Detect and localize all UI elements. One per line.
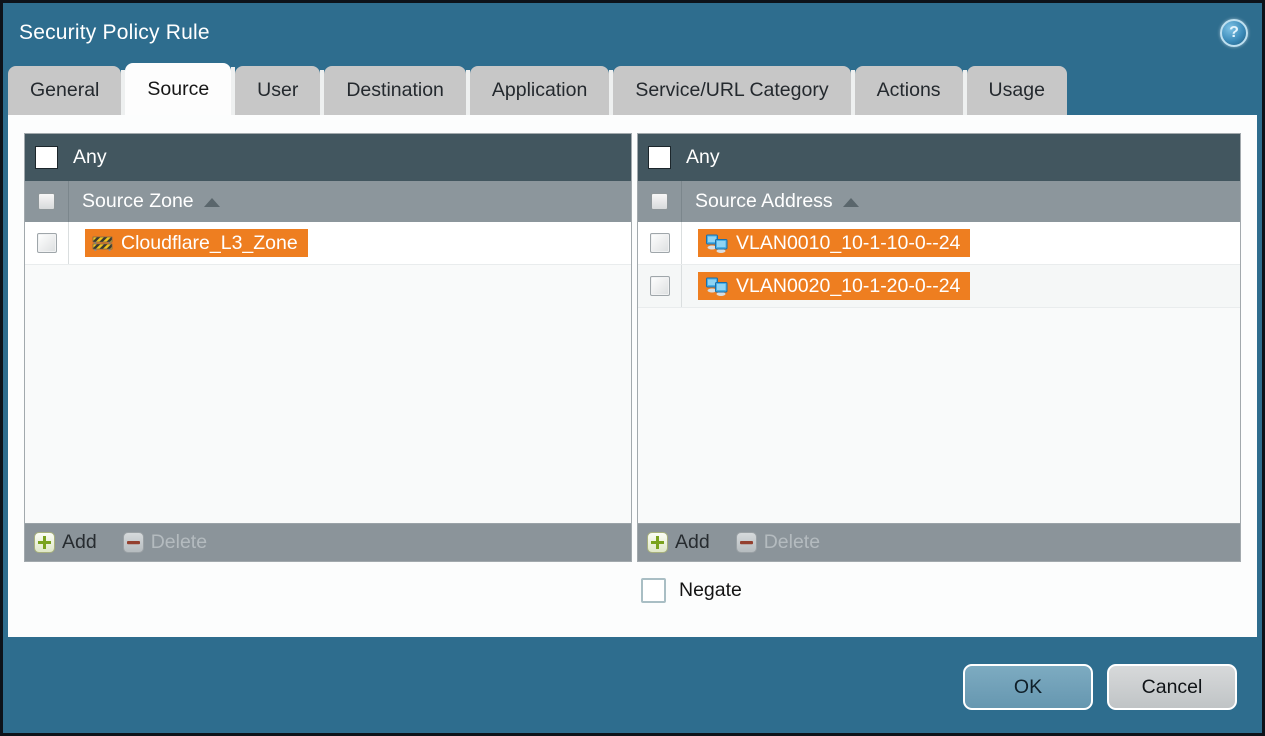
tab-label: Actions <box>876 79 941 101</box>
source-zone-column-label: Source Zone <box>82 190 194 212</box>
source-zone-column-header[interactable]: Source Zone <box>25 181 631 222</box>
address-icon <box>706 277 728 296</box>
table-row[interactable]: VLAN0010_10-1-10-0--24 <box>638 222 1240 265</box>
add-button-label: Add <box>62 531 97 553</box>
row-checkbox[interactable] <box>649 233 670 253</box>
source-zone-footer: Add Delete <box>25 523 631 561</box>
source-address-column-header[interactable]: Source Address <box>638 181 1240 222</box>
source-zone-rows: Cloudflare_L3_Zone <box>25 222 631 523</box>
table-row[interactable]: Cloudflare_L3_Zone <box>25 222 631 265</box>
help-glyph: ? <box>1229 24 1239 41</box>
source-address-footer: Add Delete <box>638 523 1240 561</box>
delete-button-label: Delete <box>763 531 821 553</box>
add-button[interactable]: Add <box>34 531 97 554</box>
add-button[interactable]: Add <box>647 531 710 554</box>
delete-button-label: Delete <box>150 531 208 553</box>
tab-application[interactable]: Application <box>469 66 614 115</box>
cancel-button[interactable]: Cancel <box>1107 664 1237 710</box>
tab-actions[interactable]: Actions <box>854 66 967 115</box>
source-zone-panel: Any Source Zone Cloudflare_L3_Zone Add D… <box>24 133 632 562</box>
add-plus-icon <box>34 532 55 553</box>
tab-label: Service/URL Category <box>635 79 829 101</box>
source-address-any-label: Any <box>686 146 720 168</box>
header-checkbox-cell <box>638 181 682 222</box>
source-tab-content: Any Source Zone Cloudflare_L3_Zone Add D… <box>8 115 1257 637</box>
tab-bar: General Source User Destination Applicat… <box>3 63 1262 115</box>
dialog-action-bar: OK Cancel <box>963 664 1237 710</box>
row-checkbox[interactable] <box>36 233 57 253</box>
ok-button[interactable]: OK <box>963 664 1093 710</box>
tab-usage[interactable]: Usage <box>966 66 1067 115</box>
address-icon <box>706 234 728 253</box>
tab-general[interactable]: General <box>8 66 126 115</box>
row-checkbox[interactable] <box>649 276 670 296</box>
negate-checkbox[interactable] <box>641 578 666 603</box>
header-checkbox-cell <box>25 181 69 222</box>
panels-container: Any Source Zone Cloudflare_L3_Zone Add D… <box>8 115 1257 562</box>
tab-label: User <box>257 79 299 101</box>
sort-ascending-icon <box>842 198 859 207</box>
source-address-panel: Any Source Address VLAN0010_10-1-10-0--2… <box>637 133 1241 562</box>
delete-button[interactable]: Delete <box>122 531 208 554</box>
delete-minus-icon <box>122 532 144 553</box>
tab-label: Source <box>147 77 210 100</box>
source-address-rows: VLAN0010_10-1-10-0--24 VLAN0020_10-1-20-… <box>638 222 1240 523</box>
tab-label: Usage <box>988 79 1045 101</box>
row-checkbox-cell <box>638 222 682 264</box>
tab-service-url-category[interactable]: Service/URL Category <box>613 66 855 115</box>
add-button-label: Add <box>675 531 710 553</box>
tab-label: Destination <box>346 79 444 101</box>
address-chip-label: VLAN0010_10-1-10-0--24 <box>736 231 961 254</box>
sort-ascending-icon <box>203 198 220 207</box>
address-chip[interactable]: VLAN0010_10-1-10-0--24 <box>698 229 971 257</box>
zone-chip-label: Cloudflare_L3_Zone <box>121 231 298 254</box>
tab-label: General <box>30 79 100 101</box>
source-zone-select-all-checkbox[interactable] <box>38 193 55 210</box>
column-label-wrap: Source Address <box>682 181 859 222</box>
zone-chip[interactable]: Cloudflare_L3_Zone <box>85 229 308 257</box>
help-icon[interactable]: ? <box>1220 19 1248 47</box>
source-address-select-all-checkbox[interactable] <box>651 193 668 210</box>
row-checkbox-cell <box>25 222 69 264</box>
source-address-any-checkbox[interactable] <box>648 146 671 169</box>
delete-minus-icon <box>735 532 757 553</box>
security-policy-rule-dialog: Security Policy Rule ? General Source Us… <box>0 0 1265 736</box>
tab-source[interactable]: Source <box>125 63 235 115</box>
column-label-wrap: Source Zone <box>69 181 220 222</box>
table-row[interactable]: VLAN0020_10-1-20-0--24 <box>638 265 1240 308</box>
title-bar: Security Policy Rule ? <box>3 3 1262 63</box>
address-chip[interactable]: VLAN0020_10-1-20-0--24 <box>698 272 971 300</box>
tab-label: Application <box>491 79 588 101</box>
source-zone-any-label: Any <box>73 146 107 168</box>
source-address-column-label: Source Address <box>695 190 833 212</box>
address-chip-label: VLAN0020_10-1-20-0--24 <box>736 274 961 297</box>
negate-label: Negate <box>679 579 742 601</box>
tab-destination[interactable]: Destination <box>324 66 470 115</box>
source-zone-any-row: Any <box>25 134 631 181</box>
negate-option: Negate <box>641 578 742 603</box>
source-address-any-row: Any <box>638 134 1240 181</box>
zone-icon <box>92 236 113 251</box>
delete-button[interactable]: Delete <box>735 531 821 554</box>
tab-user[interactable]: User <box>235 66 325 115</box>
row-checkbox-cell <box>638 265 682 307</box>
add-plus-icon <box>647 532 668 553</box>
source-zone-any-checkbox[interactable] <box>35 146 58 169</box>
dialog-title: Security Policy Rule <box>19 21 210 44</box>
